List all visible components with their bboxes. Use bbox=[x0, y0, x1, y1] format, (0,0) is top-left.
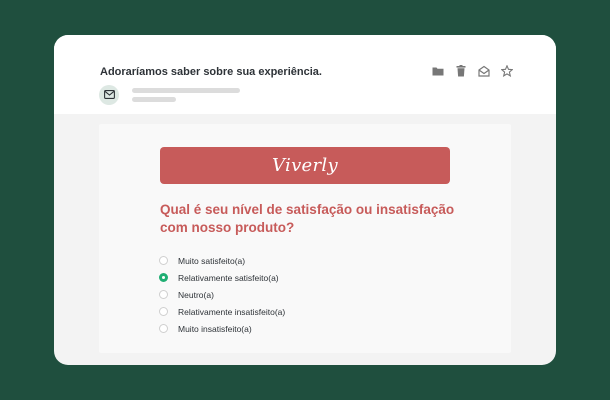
radio-button[interactable] bbox=[159, 256, 168, 265]
option-label: Relativamente insatisfeito(a) bbox=[178, 306, 286, 317]
brand-banner: Viverly bbox=[160, 147, 450, 184]
email-header: Adoraríamos saber sobre sua experiência. bbox=[54, 35, 556, 114]
radio-button[interactable] bbox=[159, 307, 168, 316]
option-relativamente-insatisfeito[interactable]: Relativamente insatisfeito(a) bbox=[159, 303, 285, 320]
envelope-icon bbox=[103, 86, 115, 104]
option-label: Muito satisfeito(a) bbox=[178, 255, 246, 266]
radio-button[interactable] bbox=[159, 324, 168, 333]
option-neutro[interactable]: Neutro(a) bbox=[159, 286, 285, 303]
option-label: Muito insatisfeito(a) bbox=[178, 323, 252, 334]
radio-button[interactable] bbox=[159, 290, 168, 299]
email-subject: Adoraríamos saber sobre sua experiência. bbox=[100, 66, 322, 78]
sender-address-placeholder bbox=[132, 97, 176, 102]
sender-name-placeholder bbox=[132, 88, 240, 93]
survey-options: Muito satisfeito(a) Relativamente satisf… bbox=[159, 252, 285, 337]
survey-question: Qual é seu nível de satisfação ou insati… bbox=[160, 202, 455, 235]
brand-logo: Viverly bbox=[272, 155, 338, 176]
email-window: Adoraríamos saber sobre sua experiência. bbox=[54, 35, 556, 365]
option-muito-satisfeito[interactable]: Muito satisfeito(a) bbox=[159, 252, 285, 269]
trash-icon[interactable] bbox=[453, 64, 468, 78]
email-toolbar bbox=[430, 64, 514, 78]
sender-avatar bbox=[99, 85, 119, 105]
star-icon[interactable] bbox=[499, 64, 514, 78]
email-body: Viverly Qual é seu nível de satisfação o… bbox=[99, 124, 511, 353]
folder-icon[interactable] bbox=[430, 64, 445, 78]
option-muito-insatisfeito[interactable]: Muito insatisfeito(a) bbox=[159, 320, 285, 337]
envelope-open-icon[interactable] bbox=[476, 64, 491, 78]
radio-button-selected[interactable] bbox=[159, 273, 168, 282]
option-label: Neutro(a) bbox=[178, 289, 214, 300]
option-label: Relativamente satisfeito(a) bbox=[178, 272, 279, 283]
option-relativamente-satisfeito[interactable]: Relativamente satisfeito(a) bbox=[159, 269, 285, 286]
